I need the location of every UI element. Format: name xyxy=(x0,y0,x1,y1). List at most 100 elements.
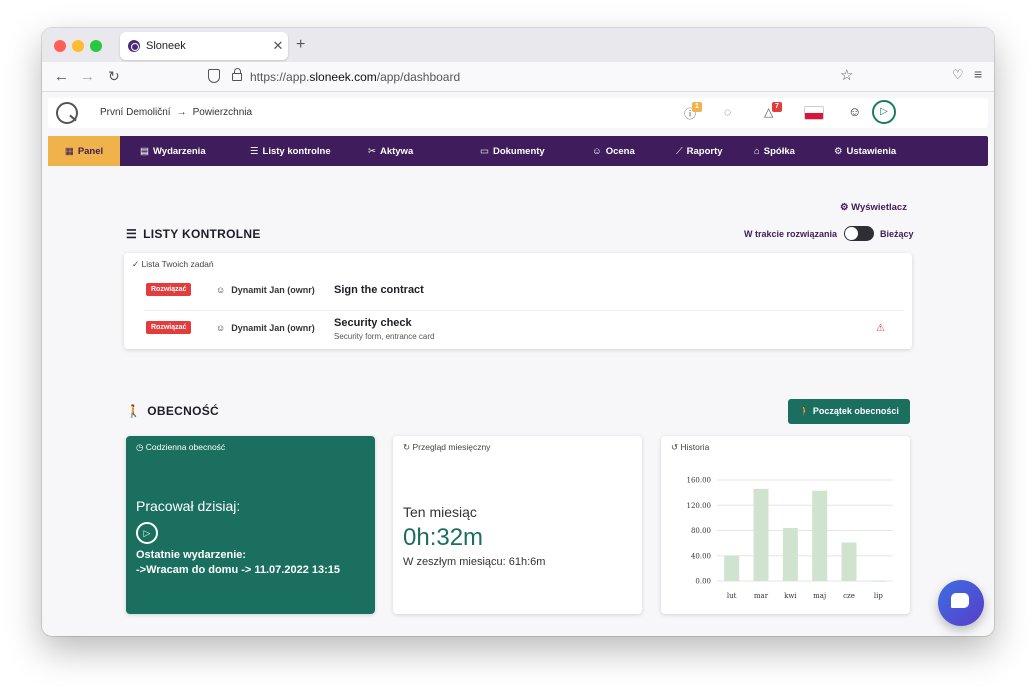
nav-label: Raporty xyxy=(686,145,723,157)
bar-lut[interactable] xyxy=(724,555,740,581)
timer-play-icon[interactable]: ▷ xyxy=(872,100,896,124)
nav-item-reports[interactable]: ⟋ Raporty xyxy=(638,136,723,166)
nav-item-events[interactable]: ▤ Wydarzenia xyxy=(120,136,246,166)
nav-item-company[interactable]: ⌂ Spółka xyxy=(722,136,798,166)
breadcrumb: První Demoliční → Powierzchnia xyxy=(100,107,252,118)
alert-badge: 1 xyxy=(692,102,702,112)
breadcrumb-department[interactable]: Powierzchnia xyxy=(193,107,252,118)
checklist-filter-toggle[interactable] xyxy=(844,226,874,241)
x-tick-label: lip xyxy=(874,592,883,600)
task-row[interactable]: Rozwiązać ☺ Dynamit Jan (ownr) Sign the c… xyxy=(144,273,904,311)
chat-icon[interactable]: ◌ xyxy=(724,105,731,119)
calendar-icon: ▤ xyxy=(140,145,149,157)
play-icon[interactable]: ▷ xyxy=(136,522,158,544)
y-tick-label: 80.00 xyxy=(691,527,711,535)
bar-maj[interactable] xyxy=(812,490,828,581)
polish-flag-icon[interactable] xyxy=(804,106,824,120)
checklists-title-text: LISTY KONTROLNE xyxy=(143,227,261,241)
close-window-button[interactable] xyxy=(54,40,66,52)
owner-avatar-icon: ☺ xyxy=(216,285,226,295)
lock-icon[interactable] xyxy=(232,68,242,81)
x-tick-label: mar xyxy=(754,592,769,600)
gear-icon: ⚙ xyxy=(834,145,843,157)
forward-icon[interactable]: → xyxy=(80,68,95,85)
y-tick-label: 120.00 xyxy=(687,502,712,510)
breadcrumb-company[interactable]: První Demoliční xyxy=(100,107,171,118)
url-field[interactable]: https://app.sloneek.com/app/dashboard xyxy=(250,70,460,84)
this-month-label: Ten miesiąc xyxy=(403,504,477,520)
tasks-heading[interactable]: ✓ Lista Twoich zadań xyxy=(132,259,214,270)
hamburger-menu-icon[interactable]: ≡ xyxy=(974,66,982,82)
display-settings-link[interactable]: ⚙ Wyświetlacz xyxy=(840,202,907,213)
rating-icon: ☺ xyxy=(592,145,602,157)
nav-item-panel[interactable]: ▦ Panel xyxy=(48,136,120,166)
task-row[interactable]: Rozwiązać ☺ Dynamit Jan (ownr) Security c… xyxy=(144,311,904,349)
nav-item-assets[interactable]: ✂ Aktywa xyxy=(362,136,450,166)
grid-icon: ▦ xyxy=(64,145,74,157)
y-tick-label: 0.00 xyxy=(695,578,711,586)
last-month-summary: W zeszłym miesiącu: 61h:6m xyxy=(403,556,546,568)
nav-item-rating[interactable]: ☺ Ocena xyxy=(558,136,638,166)
minimize-window-button[interactable] xyxy=(72,40,84,52)
solve-button[interactable]: Rozwiązać xyxy=(146,283,192,296)
monthly-overview-heading: ↻ Przegląd miesięczny xyxy=(403,442,490,453)
worked-today-label: Pracował dzisiaj: xyxy=(136,498,241,514)
display-link-label: Wyświetlacz xyxy=(851,202,907,213)
bar-lip[interactable] xyxy=(870,580,886,582)
back-icon[interactable]: ← xyxy=(54,68,69,85)
history-card: ↺ Historia 160.00 120.00 80.00 40.00 0.00 lut… xyxy=(661,436,910,614)
notification-badge: 7 xyxy=(772,102,782,112)
pocket-icon[interactable]: ♡ xyxy=(952,67,964,83)
tab-title: Sloneek xyxy=(146,40,186,52)
checklist-icon: ☰ xyxy=(250,145,259,157)
attendance-title-text: OBECNOŚĆ xyxy=(147,404,219,418)
new-tab-icon[interactable]: + xyxy=(296,36,305,54)
nav-label: Listy kontrolne xyxy=(262,145,331,157)
browser-window: Sloneek ✕ + ← → ↻ https://app.sloneek.co… xyxy=(42,28,994,636)
chat-support-button[interactable] xyxy=(938,580,984,626)
nav-label: Aktywa xyxy=(379,145,414,157)
task-owner: ☺ Dynamit Jan (ownr) xyxy=(216,323,315,333)
nav-item-settings[interactable]: ⚙ Ustawienia xyxy=(798,136,898,166)
maximize-window-button[interactable] xyxy=(90,40,102,52)
url-path: /app/dashboard xyxy=(376,70,461,84)
y-tick-label: 40.00 xyxy=(691,552,711,560)
checklist-icon: ☰ xyxy=(126,227,138,241)
bar-mar[interactable] xyxy=(753,488,769,581)
task-title[interactable]: Sign the contract xyxy=(334,284,424,296)
sloneek-favicon-icon xyxy=(128,40,140,52)
nav-label: Ocena xyxy=(605,145,635,157)
bank-icon: ⌂ xyxy=(754,145,760,157)
nav-item-documents[interactable]: ▭ Dokumenty xyxy=(450,136,558,166)
tab-close-icon[interactable]: ✕ xyxy=(268,38,288,54)
this-month-value: 0h:32m xyxy=(403,524,484,551)
warning-icon: ⚠ xyxy=(876,323,885,334)
bell-icon[interactable]: △ 7 xyxy=(764,102,782,119)
bar-kwi[interactable] xyxy=(782,527,798,581)
gear-icon: ⚙ xyxy=(840,202,852,213)
owner-name: Dynamit Jan (ownr) xyxy=(231,323,315,333)
reload-icon[interactable]: ↻ xyxy=(108,68,120,85)
toggle-label-in-progress: W trakcie rozwiązania xyxy=(744,229,838,239)
nav-label: Ustawienia xyxy=(846,145,897,157)
owner-name: Dynamit Jan (ownr) xyxy=(231,285,315,295)
solve-button[interactable]: Rozwiązać xyxy=(146,321,192,334)
nav-label: Spółka xyxy=(763,145,795,157)
start-attendance-button[interactable]: 🚶 Początek obecności xyxy=(788,399,910,424)
daily-heading-text: Codzienna obecność xyxy=(145,442,226,452)
x-tick-label: kwi xyxy=(784,592,797,600)
bookmark-star-icon[interactable]: ☆ xyxy=(840,66,853,84)
task-title[interactable]: Security check xyxy=(334,317,412,329)
browser-tab[interactable]: Sloneek ✕ xyxy=(120,32,288,60)
last-event: Ostatnie wydarzenie: ->Wracam do domu ->… xyxy=(136,548,340,578)
task-subtitle: Security form, entrance card xyxy=(334,332,435,341)
shield-icon[interactable] xyxy=(208,69,220,83)
alert-icon[interactable]: ⓘ 1 xyxy=(684,102,702,122)
nav-item-checklists[interactable]: ☰ Listy kontrolne xyxy=(246,136,362,166)
attendance-timer[interactable]: 00:00:00 xyxy=(884,98,992,128)
sloneek-logo-icon[interactable] xyxy=(56,102,78,124)
last-event-label: Ostatnie wydarzenie: xyxy=(136,549,247,561)
user-avatar[interactable]: ☺ xyxy=(848,104,861,119)
walking-icon: 🚶 xyxy=(126,404,142,418)
bar-cze[interactable] xyxy=(841,542,857,581)
